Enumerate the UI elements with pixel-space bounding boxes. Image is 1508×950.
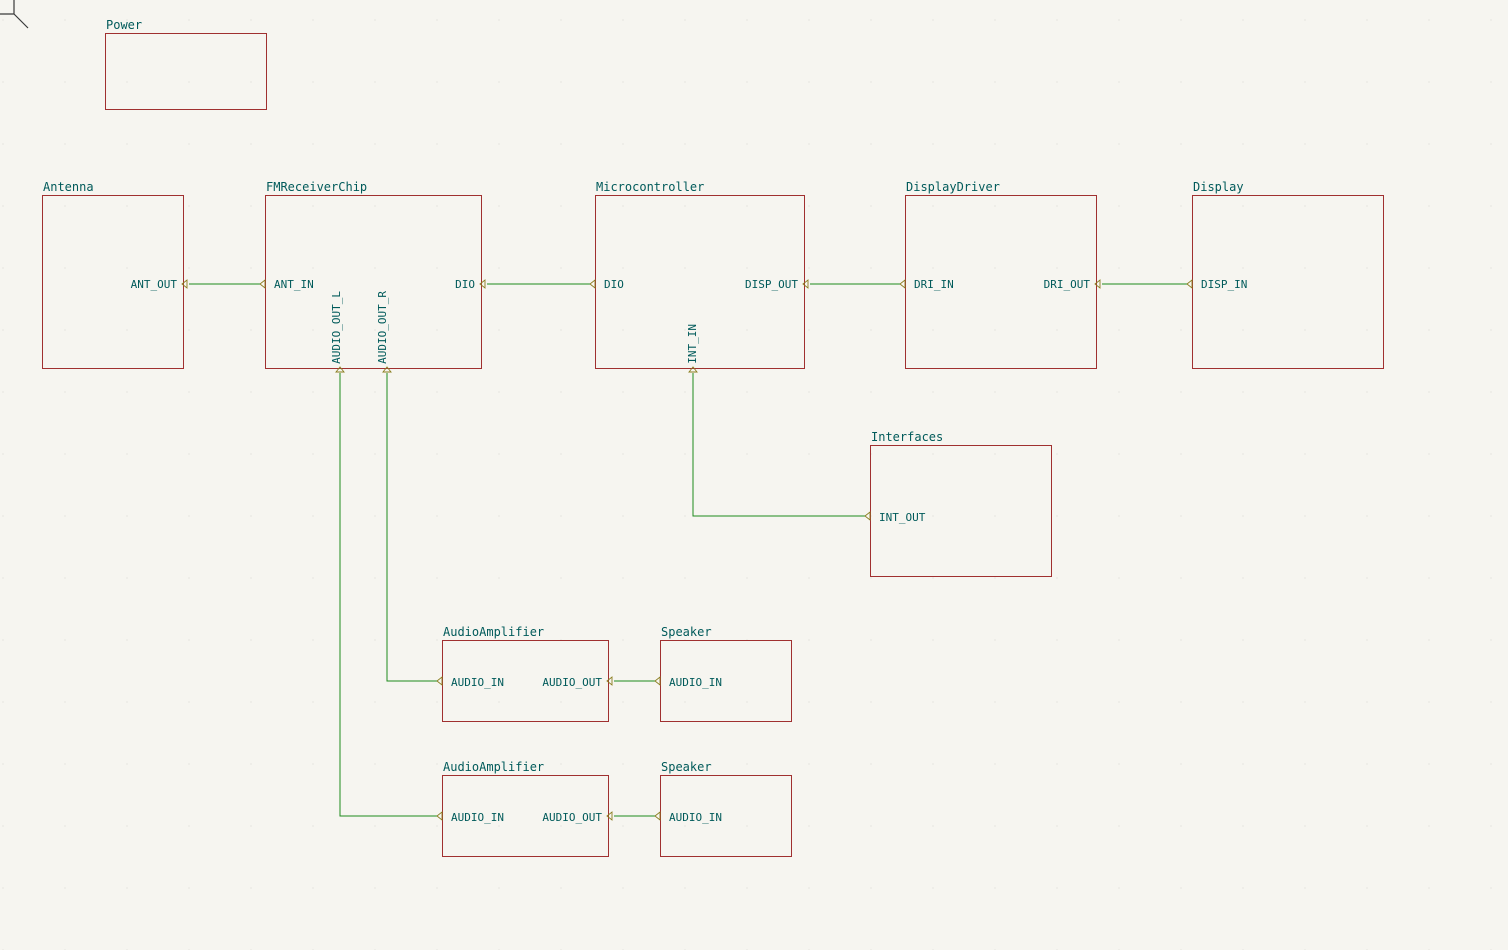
port-dio: DIO	[604, 278, 624, 291]
port-disp-out: DISP_OUT	[745, 278, 798, 291]
block-display[interactable]: Display DISP_IN	[1192, 195, 1384, 369]
block-displaydriver[interactable]: DisplayDriver DRI_IN DRI_OUT	[905, 195, 1097, 369]
block-title: Microcontroller	[596, 180, 704, 194]
block-speaker-1[interactable]: Speaker AUDIO_IN	[660, 640, 792, 722]
block-antenna[interactable]: Antenna ANT_OUT	[42, 195, 184, 369]
block-fmreceiverchip[interactable]: FMReceiverChip ANT_IN DIO AUDIO_OUT_L AU…	[265, 195, 482, 369]
port-audio-out: AUDIO_OUT	[542, 811, 602, 824]
block-microcontroller[interactable]: Microcontroller DIO DISP_OUT INT_IN	[595, 195, 805, 369]
block-title: DisplayDriver	[906, 180, 1000, 194]
block-title: Display	[1193, 180, 1244, 194]
block-audioamplifier-1[interactable]: AudioAmplifier AUDIO_IN AUDIO_OUT	[442, 640, 609, 722]
port-audio-out-l: AUDIO_OUT_L	[330, 291, 343, 364]
port-audio-in: AUDIO_IN	[669, 676, 722, 689]
port-int-in: INT_IN	[686, 324, 699, 364]
block-title: FMReceiverChip	[266, 180, 367, 194]
port-int-out: INT_OUT	[879, 511, 925, 524]
block-title: Interfaces	[871, 430, 943, 444]
block-title: Speaker	[661, 625, 712, 639]
origin-marker-icon	[0, 0, 30, 30]
port-audio-in: AUDIO_IN	[669, 811, 722, 824]
port-dri-in: DRI_IN	[914, 278, 954, 291]
block-title: Speaker	[661, 760, 712, 774]
block-audioamplifier-2[interactable]: AudioAmplifier AUDIO_IN AUDIO_OUT	[442, 775, 609, 857]
block-speaker-2[interactable]: Speaker AUDIO_IN	[660, 775, 792, 857]
block-title: AudioAmplifier	[443, 625, 544, 639]
port-disp-in: DISP_IN	[1201, 278, 1247, 291]
block-title: AudioAmplifier	[443, 760, 544, 774]
port-audio-in: AUDIO_IN	[451, 676, 504, 689]
block-power[interactable]: Power	[105, 33, 267, 110]
port-dio: DIO	[455, 278, 475, 291]
port-ant-in: ANT_IN	[274, 278, 314, 291]
block-title: Power	[106, 18, 142, 32]
block-title: Antenna	[43, 180, 94, 194]
port-audio-in: AUDIO_IN	[451, 811, 504, 824]
port-ant-out: ANT_OUT	[131, 278, 177, 291]
port-dri-out: DRI_OUT	[1044, 278, 1090, 291]
block-interfaces[interactable]: Interfaces INT_OUT	[870, 445, 1052, 577]
port-audio-out: AUDIO_OUT	[542, 676, 602, 689]
port-audio-out-r: AUDIO_OUT_R	[376, 291, 389, 364]
